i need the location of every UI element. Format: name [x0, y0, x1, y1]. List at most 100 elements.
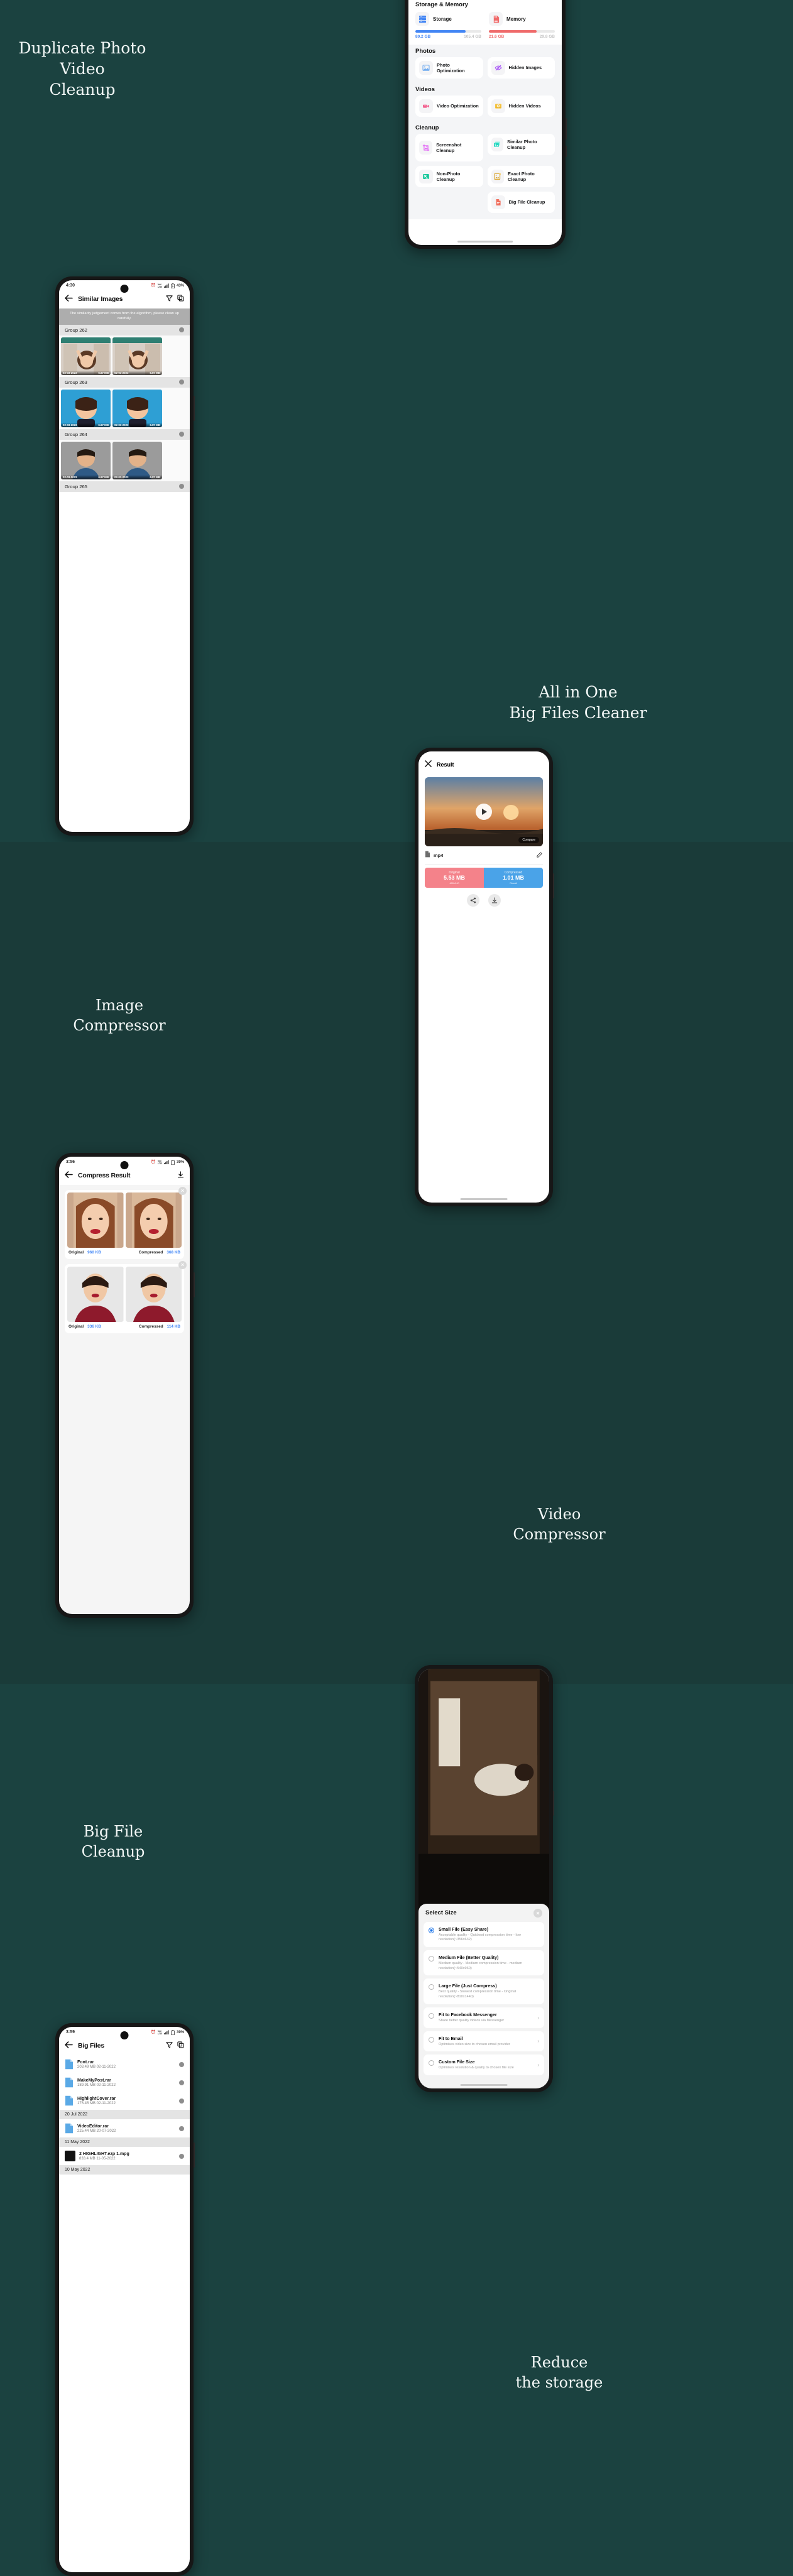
radio-icon[interactable] [429, 2036, 434, 2043]
battery-percent: 39% [176, 2030, 184, 2034]
chevron-right-icon[interactable]: › [537, 2062, 539, 2068]
group-select-radio[interactable] [179, 484, 184, 489]
radio-icon[interactable] [429, 1984, 434, 1990]
thumbnail-row: 02-03-2023 6.87 MB 02-03-2023 6.87 MB [59, 439, 190, 481]
action-buttons [418, 893, 549, 907]
back-arrow-icon[interactable] [65, 2040, 73, 2051]
group-select-radio[interactable] [179, 379, 184, 385]
option-fit-messenger[interactable]: Fit to Facebook Messenger Share better q… [424, 2007, 544, 2028]
back-arrow-icon[interactable] [65, 293, 73, 305]
phone-select-size: Select Size × Small File (Easy Share) Ac… [415, 1665, 554, 2092]
select-size-sheet: Select Size × Small File (Easy Share) Ac… [418, 1903, 549, 2088]
alarm-icon: ⏰ [151, 2031, 156, 2034]
option-custom-size[interactable]: Custom File Size Optimises resolution & … [424, 2055, 544, 2075]
grid-icon[interactable] [177, 2040, 184, 2051]
group-header[interactable]: Group 265 [59, 481, 190, 492]
tile-video-optimization[interactable]: Video Optimization [415, 96, 483, 117]
file-select-radio[interactable] [179, 2098, 184, 2104]
image-icon [419, 61, 433, 75]
group-header[interactable]: Group 263 [59, 376, 190, 388]
group-header[interactable]: Group 264 [59, 428, 190, 440]
thumbnail-item[interactable]: 02-03-2023 6.87 MB [112, 337, 162, 375]
thumb-date: 02-03-2023 [63, 371, 77, 374]
download-icon[interactable] [488, 893, 501, 907]
signal-icon [164, 2030, 169, 2034]
compressed-image[interactable] [125, 1267, 182, 1322]
grid-icon[interactable] [177, 293, 184, 305]
file-row[interactable]: Font.rar 203.49 MB 02-11-2022 [59, 2055, 190, 2073]
option-subtitle: Optimises video size to chosen email pro… [439, 2042, 510, 2046]
file-select-radio[interactable] [179, 2153, 184, 2159]
battery-icon [171, 283, 175, 288]
panel-compressors: Image Compressor Video Compressor Result [0, 748, 793, 1684]
chevron-right-icon[interactable]: › [537, 2038, 539, 2044]
close-icon[interactable]: × [178, 1261, 187, 1269]
tile-hidden-videos[interactable]: Hidden Videos [487, 96, 555, 117]
option-large-file[interactable]: Large File (Just Compress) Best quality … [424, 1978, 544, 2004]
close-icon[interactable]: × [178, 1187, 187, 1195]
file-select-radio[interactable] [179, 2080, 184, 2085]
option-fit-email[interactable]: Fit to Email Optimises video size to cho… [424, 2031, 544, 2052]
panel-duplicate-cleanup: Duplicate Photo Video Cleanup All in One… [0, 0, 793, 842]
close-icon[interactable] [425, 759, 432, 770]
phone-video-result: Result Compare mp4 Original 5.53 MB 480x… [415, 748, 554, 1206]
tile-non-photo-cleanup[interactable]: Non-Photo Cleanup [415, 166, 483, 187]
option-medium-file[interactable]: Medium File (Better Quality) Medium qual… [424, 1950, 544, 1976]
rar-file-icon [65, 2077, 74, 2088]
headline-line-1: Image [95, 996, 144, 1014]
tile-screenshot-cleanup[interactable]: Screenshot Cleanup [415, 134, 483, 161]
home-screen: Clean Duplicate Photo & Video Storage & … [408, 0, 562, 245]
file-row[interactable]: 2 HIGHLIGHT.ezp 1.mpg 833.4 MB 11-05-202… [59, 2147, 190, 2165]
tile-hidden-images[interactable]: Hidden Images [487, 57, 555, 79]
tile-photo-optimization[interactable]: Photo Optimization [415, 57, 483, 79]
original-image[interactable] [67, 1192, 124, 1248]
memory-card[interactable]: Memory 21.6 GB 29.8 GB [489, 12, 555, 39]
chevron-right-icon[interactable]: › [537, 2015, 539, 2021]
share-icon[interactable] [467, 893, 479, 907]
thumbnail-item[interactable]: 02-03-2023 6.87 MB [61, 337, 111, 375]
group-select-radio[interactable] [179, 327, 184, 333]
radio-icon[interactable] [429, 1927, 434, 1933]
file-name: HighlightCover.rar [77, 2096, 116, 2101]
storage-card[interactable]: Storage 80.2 GB 105.4 GB [415, 12, 481, 39]
thumbnail-item[interactable]: 02-03-2023 6.87 MB [61, 389, 111, 427]
headline-line-1: Video [537, 1505, 581, 1523]
group-header[interactable]: Group 262 [59, 324, 190, 336]
group-select-radio[interactable] [179, 432, 184, 437]
compressed-label: Compressed [138, 1324, 163, 1329]
compressed-image[interactable] [125, 1192, 182, 1248]
edit-icon[interactable] [537, 849, 543, 861]
radio-icon[interactable] [429, 2060, 434, 2066]
compare-badge[interactable]: Compare [518, 837, 539, 843]
radio-icon[interactable] [429, 2012, 434, 2019]
filter-icon[interactable] [166, 293, 173, 305]
file-row[interactable]: MakeMyPost.rar 189.91 MB 02-11-2022 [59, 2073, 190, 2092]
close-icon[interactable]: × [533, 1908, 542, 1918]
thumbnail-item[interactable]: 02-03-2023 6.87 MB [112, 389, 162, 427]
option-title: Small File (Easy Share) [439, 1926, 489, 1932]
video-preview[interactable]: Compare [425, 777, 543, 846]
filter-icon[interactable] [166, 2040, 173, 2051]
tile-label: Video Optimization [437, 103, 479, 109]
file-row[interactable]: HighlightCover.rar 175.45 MB 02-11-2022 [59, 2092, 190, 2110]
thumbnail-item[interactable]: 02-03-2023 6.87 MB [112, 441, 162, 479]
thumbnail-item[interactable]: 02-03-2023 6.87 MB [61, 441, 111, 479]
radio-icon[interactable] [429, 1955, 434, 1962]
memory-used: 21.6 GB [489, 35, 505, 39]
tile-exact-photo-cleanup[interactable]: Exact Photo Cleanup [487, 166, 555, 187]
tile-similar-photo-cleanup[interactable]: Similar Photo Cleanup [487, 134, 555, 155]
tile-big-file-cleanup[interactable]: Big File Cleanup [487, 192, 555, 213]
download-icon[interactable] [177, 1170, 184, 1181]
file-row[interactable]: VideoEditor.rar 225.44 MB 20-07-2022 [59, 2119, 190, 2137]
option-small-file[interactable]: Small File (Easy Share) Acceptable quali… [424, 1921, 544, 1947]
original-image[interactable] [67, 1267, 124, 1322]
file-select-radio[interactable] [179, 2061, 184, 2067]
battery-icon [171, 2029, 175, 2035]
hidden-video-icon [491, 99, 505, 113]
stacked-photos-icon [491, 138, 504, 151]
back-arrow-icon[interactable] [65, 1170, 73, 1181]
file-select-radio[interactable] [179, 2126, 184, 2131]
play-button[interactable] [476, 804, 492, 820]
thumb-date: 02-03-2023 [114, 475, 129, 479]
video-thumb-icon [65, 2151, 75, 2161]
